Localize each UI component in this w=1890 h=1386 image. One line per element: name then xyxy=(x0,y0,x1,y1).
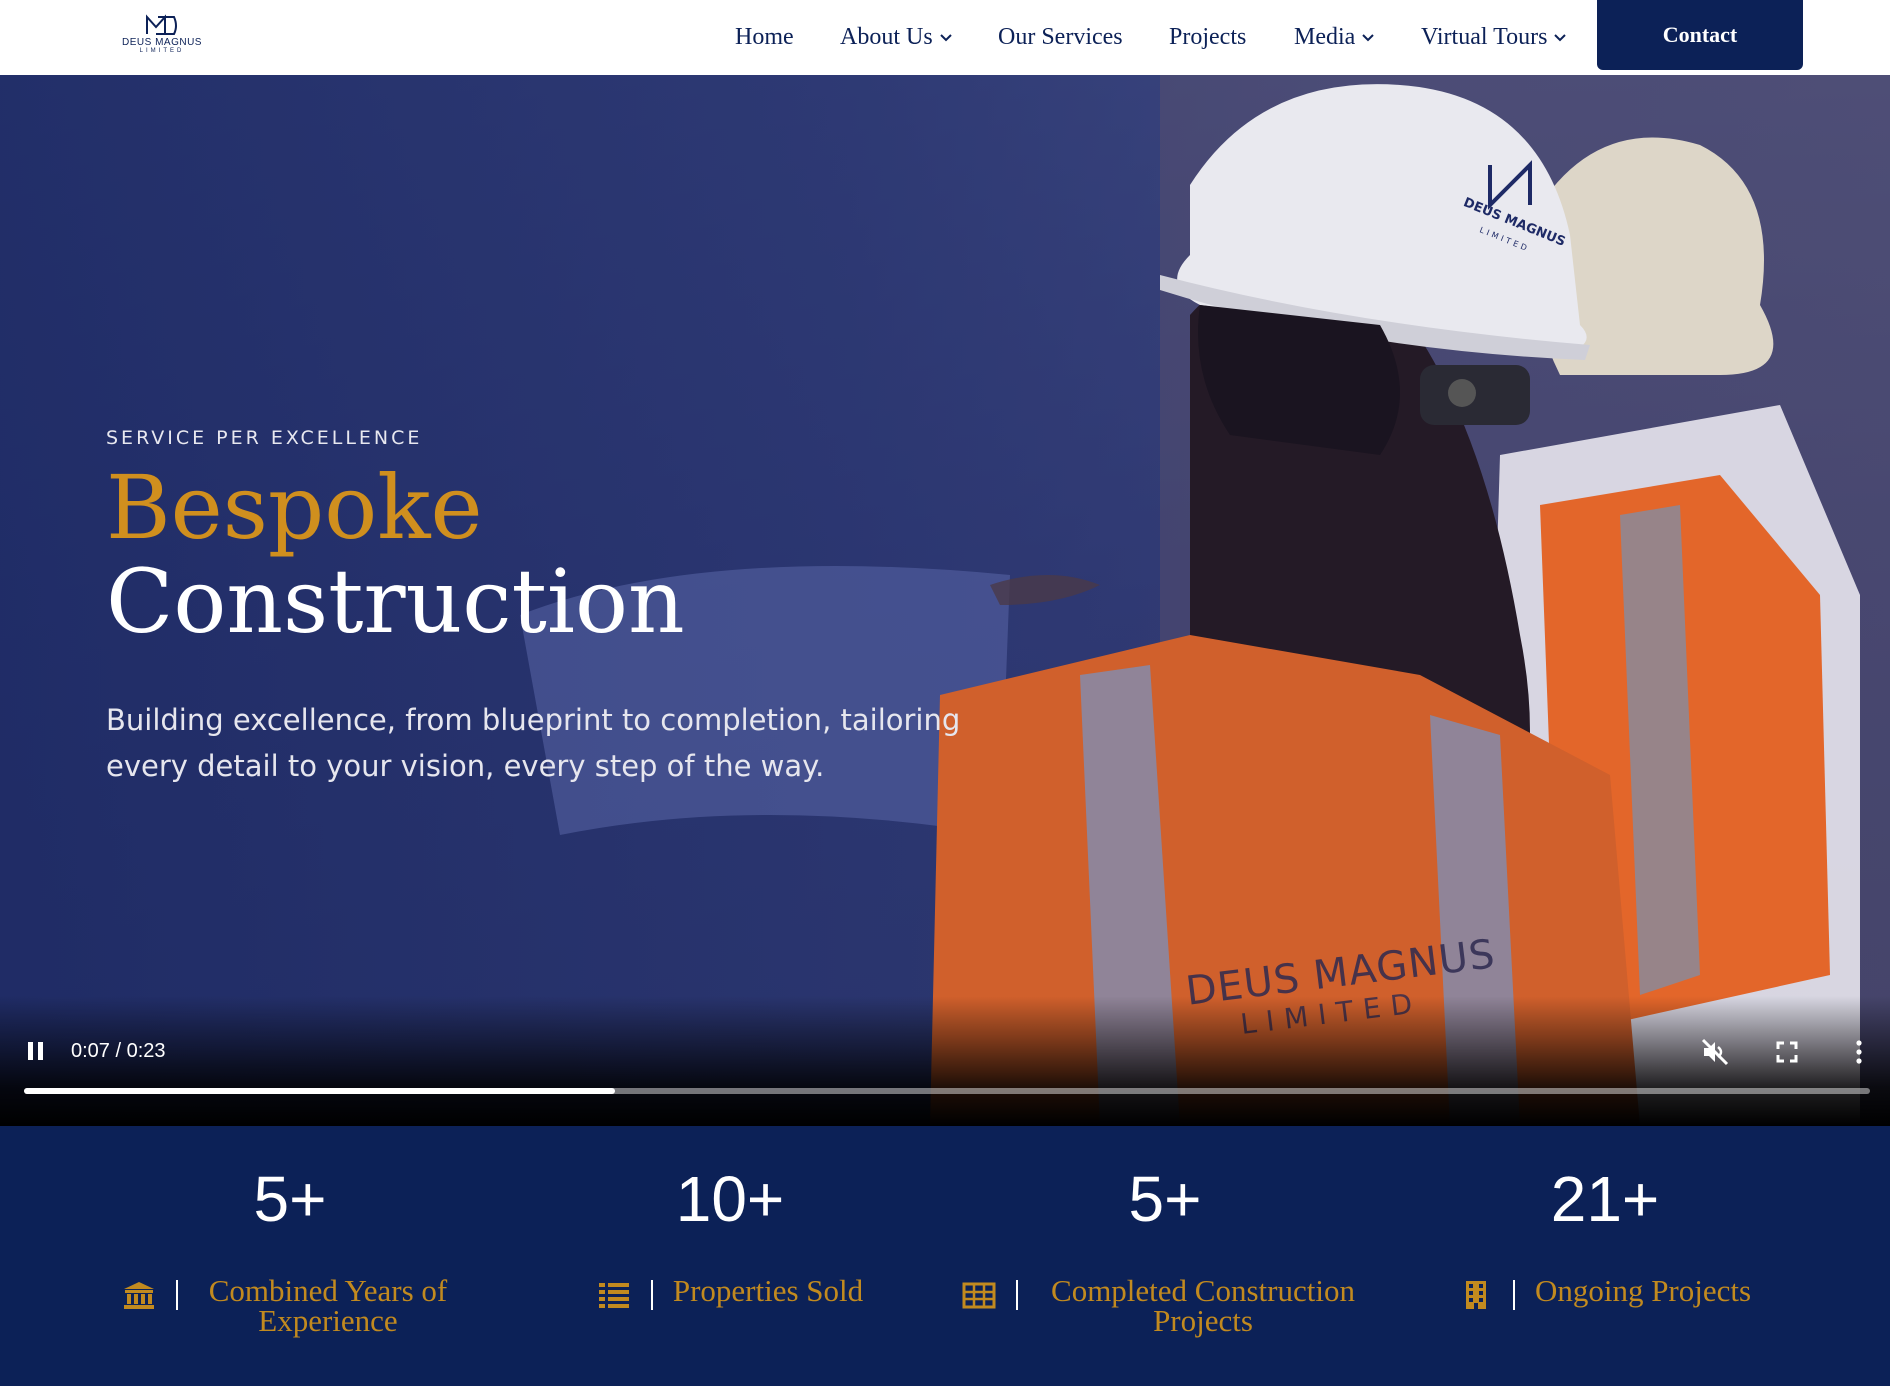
stat-value: 10+ xyxy=(675,1163,785,1235)
stat-label: Properties Sold xyxy=(672,1273,864,1308)
pause-icon[interactable] xyxy=(26,1040,46,1064)
stat-years: 5+ Combined Years of Experience xyxy=(70,1126,510,1386)
stat-divider xyxy=(176,1280,178,1310)
logo-mark-icon xyxy=(146,14,177,35)
mute-icon[interactable] xyxy=(1700,1037,1730,1067)
brand-sub: LIMITED xyxy=(139,48,185,54)
list-icon xyxy=(598,1283,629,1308)
nav-label: Media xyxy=(1294,24,1356,50)
nav-our-services[interactable]: Our Services xyxy=(998,22,1123,52)
stat-value: 5+ xyxy=(253,1163,327,1235)
chevron-down-icon xyxy=(1554,34,1567,42)
hero-title-line1: Bespoke xyxy=(106,456,483,559)
stat-label: Ongoing Projects xyxy=(1534,1273,1752,1308)
hero-eyebrow: SERVICE PER EXCELLENCE xyxy=(106,427,423,449)
stat-value: 21+ xyxy=(1550,1163,1660,1235)
nav-media[interactable]: Media xyxy=(1294,22,1375,52)
stat-label: Combined Years of Experience xyxy=(208,1273,448,1338)
video-progress-bar[interactable] xyxy=(24,1088,1870,1094)
nav-home[interactable]: Home xyxy=(735,22,794,52)
video-progress-fill xyxy=(24,1088,615,1094)
stat-divider xyxy=(1016,1280,1018,1310)
stat-divider xyxy=(650,1280,653,1310)
hero-video[interactable]: DEUS MAGNUS LIMITED DEUS MAGNUS LIMITED … xyxy=(0,75,1890,1126)
chevron-down-icon xyxy=(939,34,952,42)
hero-title-line2: Construction xyxy=(106,550,685,653)
contact-button[interactable]: Contact xyxy=(1597,0,1803,70)
nav-about-us[interactable]: About Us xyxy=(840,22,953,52)
nav-virtual-tours[interactable]: Virtual Tours xyxy=(1421,22,1567,52)
brand-logo[interactable]: DEUS MAGNUS LIMITED xyxy=(112,14,212,64)
table-icon xyxy=(962,1282,996,1309)
stat-ongoing-projects: 21+ Ongoing Projects xyxy=(1385,1126,1825,1386)
brand-name: DEUS MAGNUS xyxy=(122,37,202,48)
stat-completed-projects: 5+ Completed Construction Projects xyxy=(945,1126,1385,1386)
video-time: 0:07 / 0:23 xyxy=(71,1040,166,1062)
video-controls-shade xyxy=(0,996,1890,1126)
building-icon xyxy=(1465,1281,1486,1309)
nav-label: Our Services xyxy=(998,24,1123,50)
more-vert-icon[interactable] xyxy=(1844,1037,1874,1067)
nav-label: Projects xyxy=(1169,24,1247,50)
stat-label: Completed Construction Projects xyxy=(1051,1273,1355,1338)
stat-value: 5+ xyxy=(1128,1163,1202,1235)
nav-label: Home xyxy=(735,24,794,50)
site-header: DEUS MAGNUS LIMITED Home About Us Our Se… xyxy=(0,0,1890,75)
fullscreen-icon[interactable] xyxy=(1772,1037,1802,1067)
bank-icon xyxy=(124,1282,154,1309)
nav-projects[interactable]: Projects xyxy=(1169,22,1246,52)
stat-properties-sold: 10+ Properties Sold xyxy=(510,1126,950,1386)
nav-label: About Us xyxy=(840,24,933,50)
stats-section: 5+ Combined Years of Experience 10+ Prop… xyxy=(0,1126,1890,1386)
hero-subtitle: Building excellence, from blueprint to c… xyxy=(106,703,961,783)
stat-divider xyxy=(1512,1280,1515,1310)
nav-label: Virtual Tours xyxy=(1421,24,1548,50)
chevron-down-icon xyxy=(1362,34,1375,42)
